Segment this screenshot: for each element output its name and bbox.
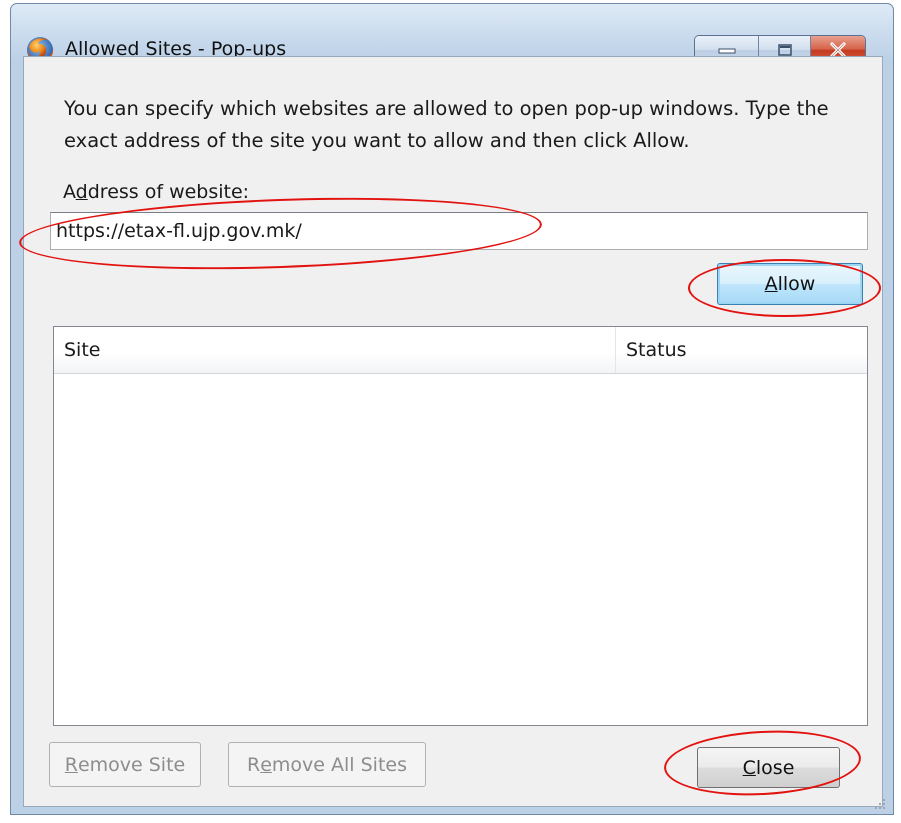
allow-label: llow <box>777 273 816 295</box>
title-bar[interactable]: Allowed Sites - Pop-ups <box>11 4 893 65</box>
column-header-site[interactable]: Site <box>54 327 616 373</box>
close-label: lose <box>755 756 795 779</box>
resize-grip-icon[interactable] <box>871 795 887 811</box>
site-list-header: Site Status <box>54 327 867 374</box>
maximize-icon <box>777 44 792 56</box>
site-list[interactable]: Site Status <box>53 326 868 726</box>
minimize-icon <box>718 48 735 54</box>
allow-accel: A <box>764 273 778 295</box>
close-button[interactable]: Close <box>697 747 840 788</box>
address-label-pre: A <box>63 181 76 203</box>
address-label: Address of website: <box>63 181 249 203</box>
remove-all-accel: e <box>260 753 272 776</box>
column-header-status[interactable]: Status <box>616 327 867 373</box>
remove-all-sites-button[interactable]: Re move All Sites <box>228 742 426 787</box>
remove-site-button[interactable]: Remove Site <box>49 742 201 787</box>
remove-all-pre: R <box>247 753 261 776</box>
address-label-accel: d <box>75 181 88 203</box>
address-label-post: dress of website: <box>87 181 250 203</box>
remove-all-label: move All Sites <box>271 753 407 776</box>
remove-site-label: emove Site <box>77 753 186 776</box>
remove-site-accel: R <box>64 753 78 776</box>
allow-button[interactable]: Allow <box>717 263 863 305</box>
description-text: You can specify which websites are allow… <box>64 97 829 152</box>
address-input[interactable] <box>50 212 868 250</box>
close-accel: C <box>742 756 756 779</box>
